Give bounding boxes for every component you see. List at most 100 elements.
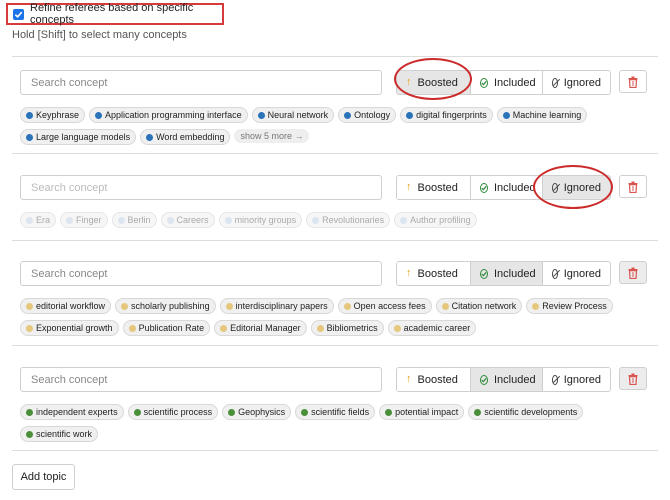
arrow-up-icon: ↑ — [406, 267, 412, 279]
show-more-link[interactable]: show 5 more → — [234, 129, 310, 143]
arrow-up-icon: ↑ — [406, 181, 412, 193]
delete-topic-button[interactable] — [619, 175, 647, 198]
delete-topic-button[interactable] — [619, 261, 647, 284]
concept-tag[interactable]: potential impact — [379, 404, 465, 420]
shift-hint: Hold [Shift] to select many concepts — [12, 29, 187, 41]
boosted-label: Boosted — [417, 267, 458, 280]
concept-tag[interactable]: editorial workflow — [20, 298, 112, 314]
included-button[interactable]: Included — [470, 71, 542, 94]
concept-tag[interactable]: Word embedding — [140, 129, 231, 145]
ignored-button[interactable]: Ignored — [542, 71, 610, 94]
concept-tag[interactable]: scientific developments — [468, 404, 584, 420]
concept-tag[interactable]: Era — [20, 212, 57, 228]
concept-tag[interactable]: Ontology — [338, 107, 397, 123]
concept-list: Keyphrase Application programming interf… — [20, 107, 620, 145]
included-button[interactable]: Included — [470, 176, 542, 199]
search-input[interactable]: Search concept — [20, 261, 382, 286]
delete-topic-button[interactable] — [619, 70, 647, 93]
search-input[interactable]: Search concept — [20, 367, 382, 392]
concept-tag[interactable]: Neural network — [251, 107, 335, 123]
check-circle-icon — [480, 268, 488, 279]
refine-checkbox-row[interactable]: Refine referees based on specific concep… — [6, 2, 224, 26]
concept-tag[interactable]: Exponential growth — [20, 320, 119, 336]
topic-divider — [12, 450, 658, 451]
ignored-button[interactable]: Ignored — [542, 262, 610, 285]
ignored-label: Ignored — [563, 373, 601, 386]
concept-tag[interactable]: scientific work — [20, 426, 99, 442]
search-input[interactable]: Search concept — [20, 70, 382, 95]
ignored-button[interactable]: Ignored — [542, 368, 610, 391]
concept-tag[interactable]: Geophysics — [222, 404, 292, 420]
concept-tag[interactable]: Revolutionaries — [306, 212, 391, 228]
topic-divider — [12, 153, 658, 154]
concept-tag[interactable]: interdisciplinary papers — [219, 298, 334, 314]
trash-icon — [628, 181, 638, 193]
boosted-label: Boosted — [417, 76, 458, 89]
concept-tag[interactable]: Application programming interface — [89, 107, 248, 123]
ban-icon — [552, 77, 558, 88]
concept-tag[interactable]: scientific fields — [295, 404, 376, 420]
trash-icon — [628, 373, 638, 385]
concept-tag[interactable]: scholarly publishing — [115, 298, 216, 314]
concept-tag[interactable]: Keyphrase — [20, 107, 86, 123]
concept-tag[interactable]: Bibliometrics — [310, 320, 384, 336]
concept-tag[interactable]: Author profiling — [394, 212, 477, 228]
arrow-up-icon: ↑ — [406, 76, 412, 88]
trash-icon — [628, 267, 638, 279]
mode-selector: ↑ Boosted Included Ignored — [396, 367, 611, 392]
concept-tag[interactable]: Machine learning — [496, 107, 588, 123]
concept-list: independent experts scientific process G… — [20, 404, 620, 442]
mode-selector: ↑ Boosted Included Ignored — [396, 70, 611, 95]
included-button[interactable]: Included — [470, 368, 542, 391]
concept-tag[interactable]: Citation network — [435, 298, 523, 314]
boosted-button[interactable]: ↑ Boosted — [397, 262, 470, 285]
included-label: Included — [494, 373, 536, 386]
concept-tag[interactable]: Finger — [60, 212, 108, 228]
concept-tag[interactable]: academic career — [387, 320, 477, 336]
concept-tag[interactable]: independent experts — [20, 404, 124, 420]
concept-tag[interactable]: Open access fees — [337, 298, 432, 314]
topic-divider — [12, 56, 658, 57]
included-label: Included — [494, 76, 536, 89]
mode-selector: ↑ Boosted Included Ignored — [396, 175, 611, 200]
concept-tag[interactable]: Review Process — [526, 298, 613, 314]
ignored-label: Ignored — [563, 76, 601, 89]
boosted-button[interactable]: ↑ Boosted — [397, 368, 470, 391]
ignored-label: Ignored — [563, 267, 601, 280]
mode-selector: ↑ Boosted Included Ignored — [396, 261, 611, 286]
concept-tag[interactable]: Publication Rate — [122, 320, 211, 336]
boosted-label: Boosted — [417, 373, 458, 386]
boosted-button[interactable]: ↑ Boosted — [397, 71, 470, 94]
add-topic-button[interactable]: Add topic — [12, 464, 75, 490]
concept-tag[interactable]: minority groups — [218, 212, 303, 228]
concept-tag[interactable]: Careers — [160, 212, 215, 228]
concept-tag[interactable]: Berlin — [111, 212, 157, 228]
search-input[interactable]: Search concept — [20, 175, 382, 200]
ban-icon — [552, 374, 558, 385]
refine-label: Refine referees based on specific concep… — [30, 2, 194, 26]
included-label: Included — [494, 181, 536, 194]
topic-divider — [12, 345, 658, 346]
check-circle-icon — [480, 374, 488, 385]
check-circle-icon — [480, 182, 488, 193]
concept-tag[interactable]: Large language models — [20, 129, 137, 145]
concept-tag[interactable]: digital fingerprints — [400, 107, 493, 123]
check-circle-icon — [480, 77, 488, 88]
boosted-button[interactable]: ↑ Boosted — [397, 176, 470, 199]
ban-icon — [552, 268, 558, 279]
included-button[interactable]: Included — [470, 262, 542, 285]
concept-list: Era Finger Berlin Careers minority group… — [20, 212, 620, 228]
concept-tag[interactable]: Editorial Manager — [214, 320, 307, 336]
trash-icon — [628, 76, 638, 88]
ban-icon — [552, 182, 558, 193]
ignored-button[interactable]: Ignored — [542, 176, 610, 199]
topic-divider — [12, 240, 658, 241]
concept-tag[interactable]: scientific process — [127, 404, 219, 420]
ignored-label: Ignored — [563, 181, 601, 194]
concept-list: editorial workflow scholarly publishing … — [20, 298, 620, 336]
included-label: Included — [494, 267, 536, 280]
arrow-up-icon: ↑ — [406, 373, 412, 385]
checkbox-checked-icon[interactable] — [13, 8, 24, 20]
delete-topic-button[interactable] — [619, 367, 647, 390]
boosted-label: Boosted — [417, 181, 458, 194]
